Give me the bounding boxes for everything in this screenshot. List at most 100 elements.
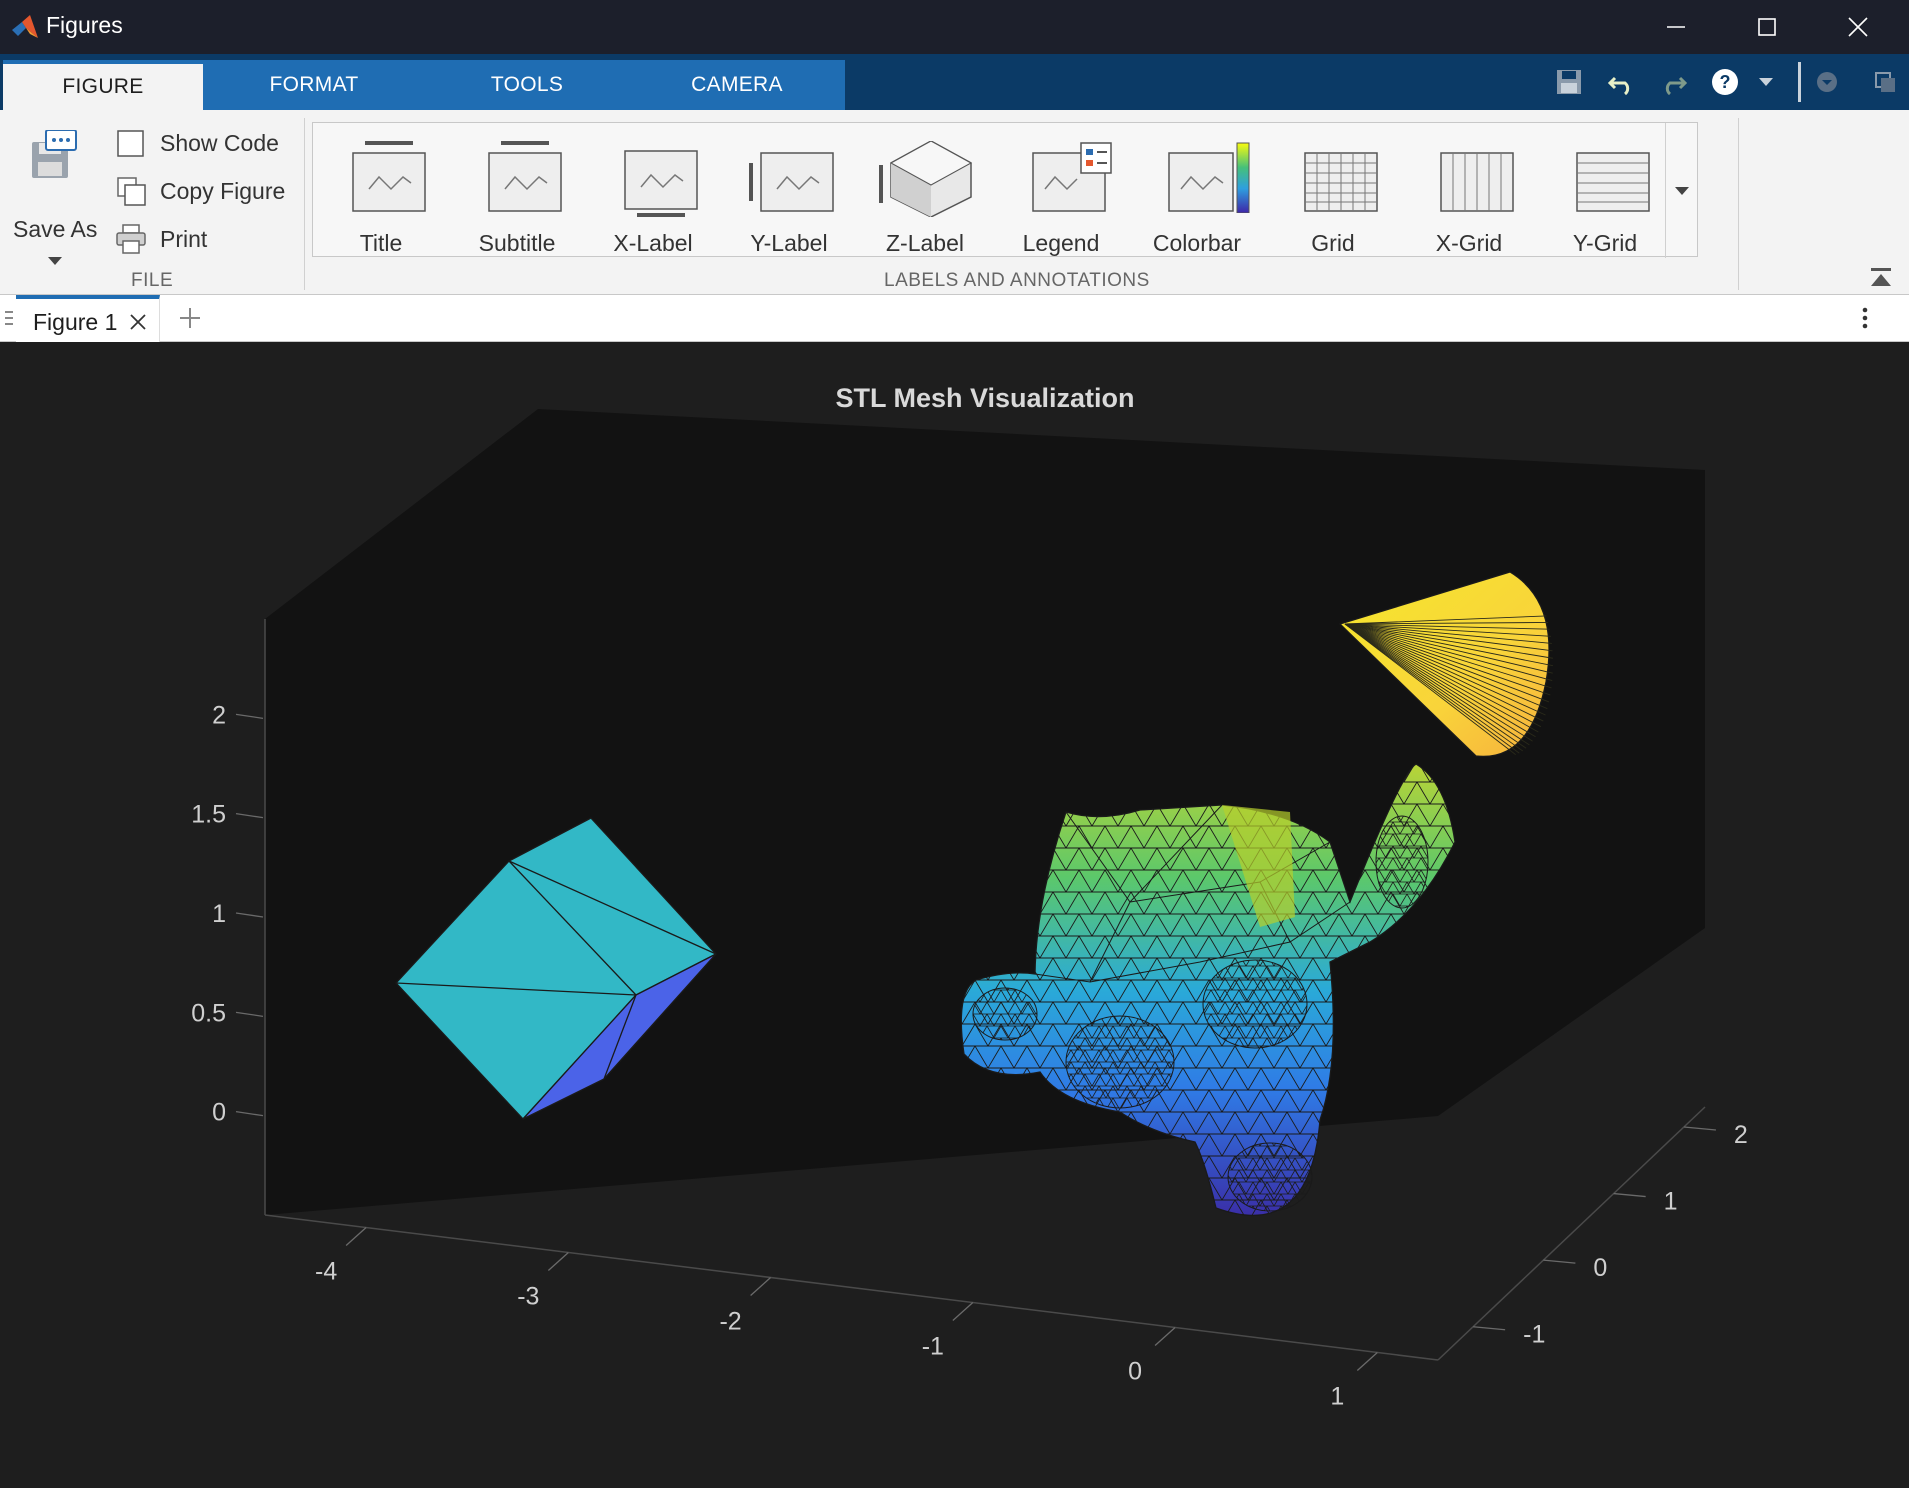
x-tick-mark bbox=[750, 1277, 772, 1296]
x-tick-label: 0 bbox=[1128, 1358, 1142, 1386]
gallery-colorbar-button[interactable]: Colorbar bbox=[1129, 123, 1265, 258]
gallery-subtitle-button[interactable]: Subtitle bbox=[449, 123, 585, 258]
drag-handle-icon bbox=[5, 311, 13, 325]
tab-tools[interactable]: TOOLS bbox=[425, 60, 629, 110]
copy-figure-button[interactable]: Copy Figure bbox=[117, 176, 307, 208]
z-tick-label: 0 bbox=[212, 1099, 226, 1127]
help-icon: ? bbox=[1712, 69, 1738, 95]
help-dropdown-button[interactable] bbox=[1752, 54, 1780, 110]
collapse-ribbon-button[interactable] bbox=[1868, 266, 1898, 292]
axes-background bbox=[265, 409, 1705, 1215]
x-tick-label: -2 bbox=[719, 1308, 741, 1336]
file-section-label: FILE bbox=[131, 270, 174, 291]
gallery-subtitle-label: Subtitle bbox=[478, 230, 556, 256]
x-tick-label: -4 bbox=[315, 1258, 337, 1286]
close-button[interactable] bbox=[1813, 0, 1903, 54]
x-tick-mark bbox=[547, 1252, 569, 1271]
z-tick-mark bbox=[235, 1111, 264, 1117]
gallery-xlabel-button[interactable]: X-Label bbox=[585, 123, 721, 258]
gallery-xlabel-label: X-Label bbox=[613, 230, 693, 256]
y-axis-line bbox=[1437, 1106, 1706, 1361]
z-tick-mark bbox=[235, 912, 264, 918]
z-tick-label: 2 bbox=[212, 701, 226, 729]
undock-button[interactable] bbox=[1870, 54, 1900, 110]
gallery-ygrid-label: Y-Grid bbox=[1572, 230, 1638, 256]
zlabel-icon bbox=[879, 141, 973, 217]
redo-button[interactable] bbox=[1654, 54, 1692, 110]
x-tick-mark bbox=[1356, 1352, 1378, 1371]
undo-icon bbox=[1607, 76, 1630, 96]
gallery-ylabel-label: Y-Label bbox=[750, 230, 828, 256]
show-code-label: Show Code bbox=[160, 130, 279, 156]
gallery-title-button[interactable]: Title bbox=[313, 123, 449, 258]
save-qat-button[interactable] bbox=[1550, 54, 1588, 110]
gallery-title-label: Title bbox=[359, 230, 403, 256]
xlabel-icon bbox=[624, 150, 698, 217]
labels-section-label: LABELS AND ANNOTATIONS bbox=[884, 270, 1150, 291]
help-button[interactable]: ? bbox=[1705, 54, 1745, 110]
chevron-down-icon bbox=[48, 257, 62, 265]
x-tick-label: -3 bbox=[517, 1283, 539, 1311]
gallery-grid-button[interactable]: Grid bbox=[1265, 123, 1401, 258]
y-tick-mark bbox=[1683, 1126, 1716, 1131]
save-as-icon bbox=[32, 130, 77, 178]
gallery-grid-label: Grid bbox=[1311, 230, 1355, 256]
close-icon bbox=[1848, 17, 1868, 37]
add-tab-icon[interactable] bbox=[178, 306, 202, 330]
gallery-legend-label: Legend bbox=[1022, 230, 1100, 256]
plot-svg[interactable]: STL Mesh Visualization 0 0.5 1 1.5 2 -4 -3 -2 -1… bbox=[0, 342, 1909, 1483]
plot-title: STL Mesh Visualization bbox=[835, 383, 1134, 413]
z-tick-label: 1 bbox=[212, 900, 226, 928]
minimize-icon bbox=[1667, 26, 1685, 28]
gallery-xgrid-button[interactable]: X-Grid bbox=[1401, 123, 1537, 258]
gallery-expand-button[interactable] bbox=[1666, 123, 1698, 258]
z-tick-mark bbox=[235, 813, 264, 819]
qat-divider bbox=[1796, 54, 1802, 110]
gallery-ylabel-button[interactable]: Y-Label bbox=[721, 123, 857, 258]
tab-figure-1[interactable]: Figure 1 bbox=[16, 295, 160, 342]
checkbox-icon bbox=[117, 130, 144, 157]
minimize-button[interactable] bbox=[1631, 0, 1721, 54]
subtitle-icon bbox=[488, 141, 562, 212]
z-tick-label: 0.5 bbox=[191, 999, 226, 1027]
collapse-icon bbox=[1871, 268, 1891, 286]
gallery-colorbar-label: Colorbar bbox=[1152, 230, 1242, 256]
tab-figure[interactable]: FIGURE bbox=[3, 60, 203, 110]
section-divider bbox=[304, 118, 305, 290]
labels-gallery: Title Subtitle X-Label Y-Label Z-Label L… bbox=[312, 122, 1698, 258]
print-button[interactable]: Print bbox=[115, 223, 305, 255]
tab-camera[interactable]: CAMERA bbox=[629, 60, 845, 110]
redo-icon bbox=[1665, 76, 1688, 96]
x-tick-label: 1 bbox=[1330, 1383, 1344, 1411]
x-tick-mark bbox=[345, 1227, 367, 1246]
close-tab-icon[interactable] bbox=[129, 313, 147, 331]
figure-tab-label: Figure 1 bbox=[33, 309, 118, 335]
z-tick-label: 1.5 bbox=[191, 801, 226, 829]
save-icon bbox=[1557, 70, 1581, 94]
tab-format[interactable]: FORMAT bbox=[203, 60, 425, 110]
x-tick-mark bbox=[952, 1302, 974, 1321]
figure-canvas[interactable]: STL Mesh Visualization 0 0.5 1 1.5 2 -4 -3 -2 -1… bbox=[0, 342, 1909, 1483]
dropdown-circle-icon bbox=[1817, 72, 1837, 92]
y-tick-label: 1 bbox=[1664, 1188, 1678, 1216]
qat-options-button[interactable] bbox=[1812, 54, 1842, 110]
ylabel-icon bbox=[749, 152, 834, 212]
y-tick-mark bbox=[1543, 1259, 1576, 1264]
gallery-legend-button[interactable]: Legend bbox=[993, 123, 1129, 258]
title-bar: Figures bbox=[0, 0, 1909, 54]
maximize-icon bbox=[1758, 18, 1776, 36]
undo-button[interactable] bbox=[1603, 54, 1641, 110]
z-tick-mark bbox=[235, 1011, 264, 1017]
printer-icon bbox=[116, 224, 146, 254]
gallery-zlabel-button[interactable]: Z-Label bbox=[857, 123, 993, 258]
gallery-ygrid-button[interactable]: Y-Grid bbox=[1537, 123, 1673, 258]
print-label: Print bbox=[160, 226, 208, 252]
show-code-checkbox[interactable]: Show Code bbox=[117, 128, 307, 160]
maximize-button[interactable] bbox=[1722, 0, 1812, 54]
section-divider bbox=[1738, 118, 1739, 290]
save-as-button[interactable]: Save As bbox=[8, 130, 98, 270]
more-options-icon[interactable] bbox=[1861, 306, 1869, 330]
copy-figure-label: Copy Figure bbox=[160, 178, 286, 204]
z-tick-mark bbox=[235, 713, 264, 719]
window-title: Figures bbox=[46, 12, 123, 38]
